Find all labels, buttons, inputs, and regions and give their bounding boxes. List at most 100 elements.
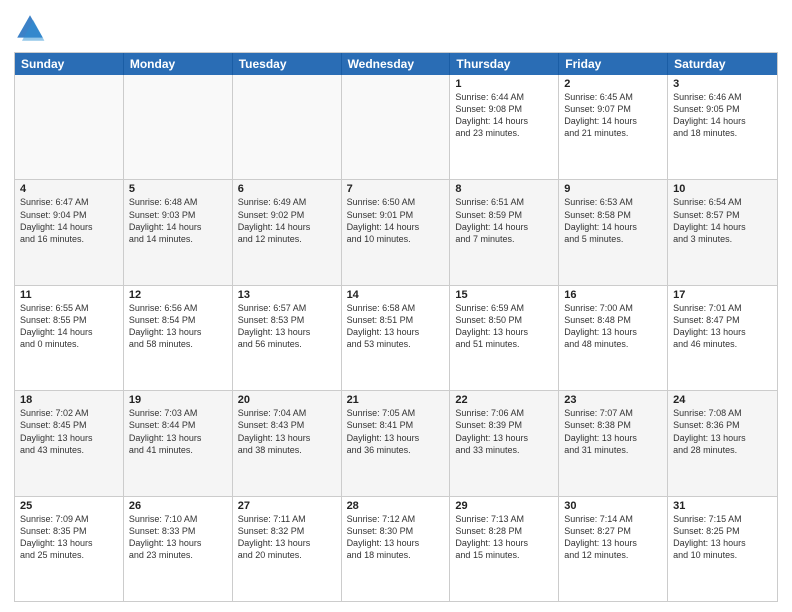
day-number: 26 <box>129 500 227 512</box>
calendar-cell-3-4: 22Sunrise: 7:06 AM Sunset: 8:39 PM Dayli… <box>450 391 559 495</box>
calendar-cell-2-4: 15Sunrise: 6:59 AM Sunset: 8:50 PM Dayli… <box>450 286 559 390</box>
header-day-friday: Friday <box>559 53 668 75</box>
day-number: 24 <box>673 394 772 406</box>
day-number: 18 <box>20 394 118 406</box>
cell-info: Sunrise: 7:10 AM Sunset: 8:33 PM Dayligh… <box>129 513 227 562</box>
day-number: 23 <box>564 394 662 406</box>
cell-info: Sunrise: 7:00 AM Sunset: 8:48 PM Dayligh… <box>564 302 662 351</box>
cell-info: Sunrise: 6:51 AM Sunset: 8:59 PM Dayligh… <box>455 196 553 245</box>
cell-info: Sunrise: 6:58 AM Sunset: 8:51 PM Dayligh… <box>347 302 445 351</box>
header-day-wednesday: Wednesday <box>342 53 451 75</box>
calendar-cell-2-2: 13Sunrise: 6:57 AM Sunset: 8:53 PM Dayli… <box>233 286 342 390</box>
calendar-cell-0-6: 3Sunrise: 6:46 AM Sunset: 9:05 PM Daylig… <box>668 75 777 179</box>
calendar-cell-3-0: 18Sunrise: 7:02 AM Sunset: 8:45 PM Dayli… <box>15 391 124 495</box>
day-number: 5 <box>129 183 227 195</box>
day-number: 3 <box>673 78 772 90</box>
calendar-cell-4-5: 30Sunrise: 7:14 AM Sunset: 8:27 PM Dayli… <box>559 497 668 601</box>
header-day-sunday: Sunday <box>15 53 124 75</box>
day-number: 14 <box>347 289 445 301</box>
calendar-body: 1Sunrise: 6:44 AM Sunset: 9:08 PM Daylig… <box>15 75 777 601</box>
day-number: 10 <box>673 183 772 195</box>
calendar-cell-3-5: 23Sunrise: 7:07 AM Sunset: 8:38 PM Dayli… <box>559 391 668 495</box>
cell-info: Sunrise: 7:09 AM Sunset: 8:35 PM Dayligh… <box>20 513 118 562</box>
day-number: 20 <box>238 394 336 406</box>
day-number: 4 <box>20 183 118 195</box>
calendar-cell-1-5: 9Sunrise: 6:53 AM Sunset: 8:58 PM Daylig… <box>559 180 668 284</box>
cell-info: Sunrise: 6:47 AM Sunset: 9:04 PM Dayligh… <box>20 196 118 245</box>
cell-info: Sunrise: 6:56 AM Sunset: 8:54 PM Dayligh… <box>129 302 227 351</box>
calendar-cell-0-2 <box>233 75 342 179</box>
calendar: SundayMondayTuesdayWednesdayThursdayFrid… <box>14 52 778 602</box>
day-number: 25 <box>20 500 118 512</box>
day-number: 28 <box>347 500 445 512</box>
day-number: 11 <box>20 289 118 301</box>
calendar-cell-4-1: 26Sunrise: 7:10 AM Sunset: 8:33 PM Dayli… <box>124 497 233 601</box>
calendar-cell-1-4: 8Sunrise: 6:51 AM Sunset: 8:59 PM Daylig… <box>450 180 559 284</box>
day-number: 21 <box>347 394 445 406</box>
calendar-cell-3-6: 24Sunrise: 7:08 AM Sunset: 8:36 PM Dayli… <box>668 391 777 495</box>
calendar-cell-0-5: 2Sunrise: 6:45 AM Sunset: 9:07 PM Daylig… <box>559 75 668 179</box>
day-number: 27 <box>238 500 336 512</box>
day-number: 15 <box>455 289 553 301</box>
cell-info: Sunrise: 6:53 AM Sunset: 8:58 PM Dayligh… <box>564 196 662 245</box>
header-day-tuesday: Tuesday <box>233 53 342 75</box>
cell-info: Sunrise: 7:04 AM Sunset: 8:43 PM Dayligh… <box>238 407 336 456</box>
day-number: 17 <box>673 289 772 301</box>
calendar-cell-2-1: 12Sunrise: 6:56 AM Sunset: 8:54 PM Dayli… <box>124 286 233 390</box>
cell-info: Sunrise: 6:50 AM Sunset: 9:01 PM Dayligh… <box>347 196 445 245</box>
calendar-cell-1-3: 7Sunrise: 6:50 AM Sunset: 9:01 PM Daylig… <box>342 180 451 284</box>
calendar-header: SundayMondayTuesdayWednesdayThursdayFrid… <box>15 53 777 75</box>
day-number: 1 <box>455 78 553 90</box>
cell-info: Sunrise: 6:45 AM Sunset: 9:07 PM Dayligh… <box>564 91 662 140</box>
day-number: 2 <box>564 78 662 90</box>
day-number: 12 <box>129 289 227 301</box>
cell-info: Sunrise: 7:13 AM Sunset: 8:28 PM Dayligh… <box>455 513 553 562</box>
calendar-cell-1-6: 10Sunrise: 6:54 AM Sunset: 8:57 PM Dayli… <box>668 180 777 284</box>
logo-icon <box>14 12 46 44</box>
cell-info: Sunrise: 6:46 AM Sunset: 9:05 PM Dayligh… <box>673 91 772 140</box>
cell-info: Sunrise: 7:08 AM Sunset: 8:36 PM Dayligh… <box>673 407 772 456</box>
calendar-cell-1-2: 6Sunrise: 6:49 AM Sunset: 9:02 PM Daylig… <box>233 180 342 284</box>
header-day-saturday: Saturday <box>668 53 777 75</box>
day-number: 29 <box>455 500 553 512</box>
calendar-cell-4-6: 31Sunrise: 7:15 AM Sunset: 8:25 PM Dayli… <box>668 497 777 601</box>
calendar-cell-4-4: 29Sunrise: 7:13 AM Sunset: 8:28 PM Dayli… <box>450 497 559 601</box>
cell-info: Sunrise: 6:59 AM Sunset: 8:50 PM Dayligh… <box>455 302 553 351</box>
day-number: 16 <box>564 289 662 301</box>
calendar-cell-1-1: 5Sunrise: 6:48 AM Sunset: 9:03 PM Daylig… <box>124 180 233 284</box>
day-number: 7 <box>347 183 445 195</box>
day-number: 31 <box>673 500 772 512</box>
calendar-cell-0-1 <box>124 75 233 179</box>
day-number: 30 <box>564 500 662 512</box>
calendar-cell-2-0: 11Sunrise: 6:55 AM Sunset: 8:55 PM Dayli… <box>15 286 124 390</box>
calendar-cell-4-2: 27Sunrise: 7:11 AM Sunset: 8:32 PM Dayli… <box>233 497 342 601</box>
cell-info: Sunrise: 7:14 AM Sunset: 8:27 PM Dayligh… <box>564 513 662 562</box>
calendar-row-3: 18Sunrise: 7:02 AM Sunset: 8:45 PM Dayli… <box>15 391 777 496</box>
calendar-cell-2-3: 14Sunrise: 6:58 AM Sunset: 8:51 PM Dayli… <box>342 286 451 390</box>
day-number: 19 <box>129 394 227 406</box>
cell-info: Sunrise: 7:11 AM Sunset: 8:32 PM Dayligh… <box>238 513 336 562</box>
day-number: 22 <box>455 394 553 406</box>
day-number: 13 <box>238 289 336 301</box>
logo <box>14 12 50 44</box>
calendar-cell-4-3: 28Sunrise: 7:12 AM Sunset: 8:30 PM Dayli… <box>342 497 451 601</box>
page-container: SundayMondayTuesdayWednesdayThursdayFrid… <box>0 0 792 612</box>
cell-info: Sunrise: 6:49 AM Sunset: 9:02 PM Dayligh… <box>238 196 336 245</box>
cell-info: Sunrise: 7:06 AM Sunset: 8:39 PM Dayligh… <box>455 407 553 456</box>
calendar-cell-1-0: 4Sunrise: 6:47 AM Sunset: 9:04 PM Daylig… <box>15 180 124 284</box>
cell-info: Sunrise: 7:15 AM Sunset: 8:25 PM Dayligh… <box>673 513 772 562</box>
calendar-cell-3-2: 20Sunrise: 7:04 AM Sunset: 8:43 PM Dayli… <box>233 391 342 495</box>
cell-info: Sunrise: 6:55 AM Sunset: 8:55 PM Dayligh… <box>20 302 118 351</box>
cell-info: Sunrise: 7:01 AM Sunset: 8:47 PM Dayligh… <box>673 302 772 351</box>
calendar-row-2: 11Sunrise: 6:55 AM Sunset: 8:55 PM Dayli… <box>15 286 777 391</box>
cell-info: Sunrise: 6:57 AM Sunset: 8:53 PM Dayligh… <box>238 302 336 351</box>
day-number: 8 <box>455 183 553 195</box>
page-header <box>14 12 778 44</box>
cell-info: Sunrise: 6:54 AM Sunset: 8:57 PM Dayligh… <box>673 196 772 245</box>
cell-info: Sunrise: 6:44 AM Sunset: 9:08 PM Dayligh… <box>455 91 553 140</box>
header-day-monday: Monday <box>124 53 233 75</box>
calendar-cell-3-3: 21Sunrise: 7:05 AM Sunset: 8:41 PM Dayli… <box>342 391 451 495</box>
calendar-row-0: 1Sunrise: 6:44 AM Sunset: 9:08 PM Daylig… <box>15 75 777 180</box>
calendar-cell-3-1: 19Sunrise: 7:03 AM Sunset: 8:44 PM Dayli… <box>124 391 233 495</box>
cell-info: Sunrise: 7:02 AM Sunset: 8:45 PM Dayligh… <box>20 407 118 456</box>
